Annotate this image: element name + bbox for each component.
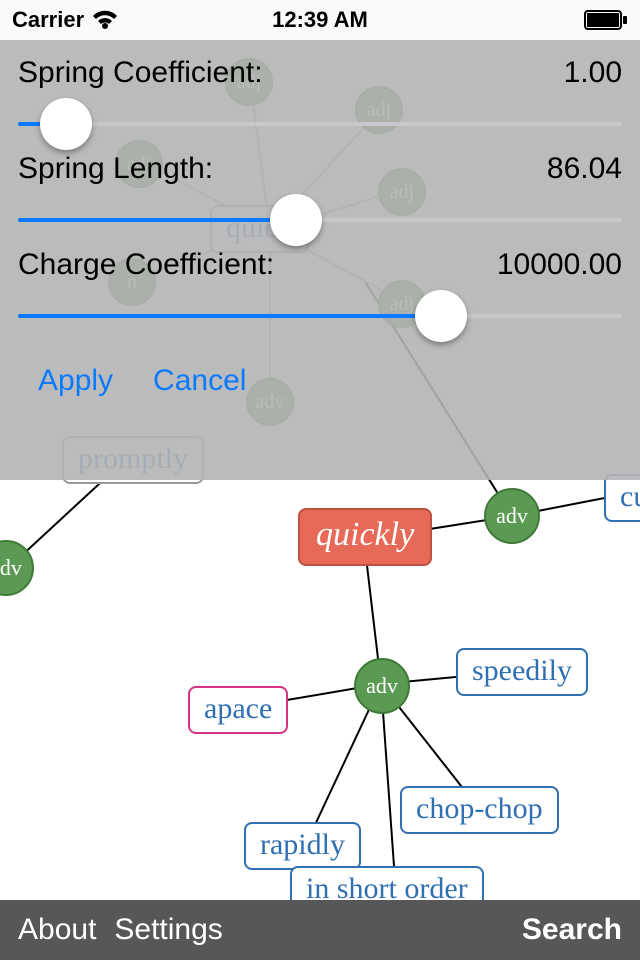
apply-button[interactable]: Apply (38, 364, 113, 398)
wifi-icon (92, 10, 118, 30)
center-word[interactable]: quickly (298, 508, 432, 566)
slider-value: 86.04 (547, 152, 622, 186)
slider-spring-length: Spring Length: 86.04 (18, 152, 622, 244)
slider[interactable] (18, 196, 622, 244)
slider-charge-coefficient: Charge Coefficient: 10000.00 (18, 248, 622, 340)
status-bar: Carrier 12:39 AM (0, 0, 640, 40)
slider[interactable] (18, 100, 622, 148)
clock: 12:39 AM (272, 7, 368, 33)
word-speedily[interactable]: speedily (456, 648, 588, 696)
slider-value: 10000.00 (497, 248, 622, 282)
word-cu[interactable]: cu (604, 474, 640, 522)
slider-label: Spring Coefficient: (18, 56, 263, 90)
slider-label: Charge Coefficient: (18, 248, 274, 282)
slider-thumb[interactable] (270, 194, 322, 246)
carrier-label: Carrier (12, 7, 84, 33)
slider-label: Spring Length: (18, 152, 213, 186)
bottom-toolbar: About Settings Search (0, 900, 640, 960)
word-chop-chop[interactable]: chop-chop (400, 786, 559, 834)
battery-icon (584, 10, 628, 30)
search-button[interactable]: Search (522, 913, 622, 947)
slider-thumb[interactable] (415, 290, 467, 342)
pos-node-adv[interactable]: adv (354, 658, 410, 714)
settings-panel: Spring Coefficient: 1.00 Spring Length: … (0, 40, 640, 480)
slider-spring-coefficient: Spring Coefficient: 1.00 (18, 56, 622, 148)
slider[interactable] (18, 292, 622, 340)
pos-node-adv[interactable]: adv (484, 488, 540, 544)
settings-button[interactable]: Settings (114, 913, 222, 947)
slider-value: 1.00 (564, 56, 622, 90)
word-apace[interactable]: apace (188, 686, 288, 734)
about-button[interactable]: About (18, 913, 96, 947)
slider-thumb[interactable] (40, 98, 92, 150)
word-rapidly[interactable]: rapidly (244, 822, 361, 870)
cancel-button[interactable]: Cancel (153, 364, 246, 398)
